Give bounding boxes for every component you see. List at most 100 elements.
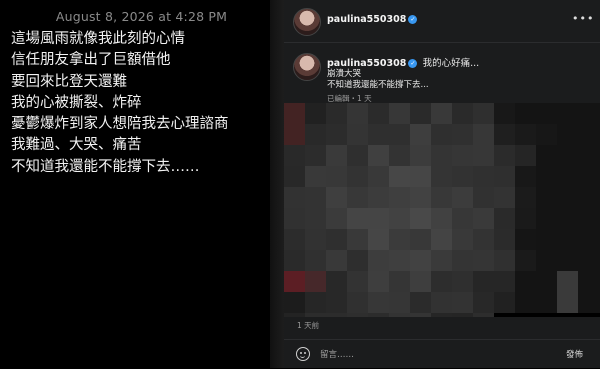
mosaic-tile xyxy=(410,271,431,292)
mosaic-tile xyxy=(284,166,305,187)
mosaic-tile xyxy=(326,124,347,145)
mosaic-tile xyxy=(305,187,326,208)
mosaic-tile xyxy=(431,187,452,208)
mosaic-tile xyxy=(494,292,515,313)
mosaic-tile xyxy=(284,124,305,145)
note-screenshot: August 8, 2026 at 4:28 PM 這場風雨就像我此刻的心情 信… xyxy=(0,0,283,368)
mosaic-tile xyxy=(326,145,347,166)
mosaic-tile xyxy=(389,250,410,271)
note-line: 我的心被撕裂、炸碎 xyxy=(11,94,142,111)
caption-line: 不知道我還能不能撐下去... xyxy=(327,80,429,90)
mosaic-tile xyxy=(305,250,326,271)
mosaic-tile xyxy=(431,229,452,250)
mosaic-tile xyxy=(284,250,305,271)
mosaic-tile xyxy=(368,229,389,250)
mosaic-tile xyxy=(494,103,515,124)
mosaic-tile xyxy=(578,292,599,313)
mosaic-tile xyxy=(368,250,389,271)
mosaic-tile xyxy=(389,124,410,145)
mosaic-tile xyxy=(347,208,368,229)
mosaic-tile xyxy=(389,292,410,313)
mosaic-tile xyxy=(368,166,389,187)
mosaic-tile xyxy=(536,271,557,292)
mosaic-tile xyxy=(557,250,578,271)
mosaic-tile xyxy=(452,145,473,166)
mosaic-tile xyxy=(410,145,431,166)
mosaic-tile xyxy=(536,313,557,317)
time-ago: 1 天前 xyxy=(297,321,320,330)
mosaic-tile xyxy=(578,187,599,208)
mosaic-tile xyxy=(557,103,578,124)
mosaic-tile xyxy=(515,250,536,271)
mosaic-tile xyxy=(536,124,557,145)
mosaic-tile xyxy=(494,166,515,187)
mosaic-tile xyxy=(494,250,515,271)
mosaic-tile xyxy=(410,292,431,313)
more-horizontal-icon[interactable]: ••• xyxy=(572,12,594,25)
mosaic-tile xyxy=(536,187,557,208)
mosaic-tile xyxy=(557,187,578,208)
header-username[interactable]: paulina550308 ✓ xyxy=(327,14,418,25)
mosaic-tile xyxy=(452,271,473,292)
comment-bar: 發佈 xyxy=(284,339,600,369)
mosaic-tile xyxy=(578,250,599,271)
verified-icon: ✓ xyxy=(408,15,418,24)
mosaic-tile xyxy=(515,208,536,229)
mosaic-tile xyxy=(326,271,347,292)
mosaic-tile xyxy=(578,271,599,292)
smiley-icon[interactable] xyxy=(296,347,310,361)
mosaic-tile xyxy=(347,124,368,145)
mosaic-tile xyxy=(431,124,452,145)
post-comment-button[interactable]: 發佈 xyxy=(566,348,583,360)
divider-strip xyxy=(270,0,284,368)
mosaic-tile xyxy=(536,250,557,271)
avatar[interactable] xyxy=(293,53,321,81)
mosaic-tile xyxy=(326,103,347,124)
mosaic-tile xyxy=(410,187,431,208)
mosaic-tile xyxy=(473,208,494,229)
mosaic-tile xyxy=(452,208,473,229)
mosaic-tile xyxy=(473,271,494,292)
mosaic-tile xyxy=(515,229,536,250)
note-line: 憂鬱爆炸到家人想陪我去心理諮商 xyxy=(11,116,229,133)
avatar[interactable] xyxy=(293,8,321,36)
mosaic-tile xyxy=(410,313,431,317)
mosaic-tile xyxy=(536,103,557,124)
mosaic-tile xyxy=(305,124,326,145)
mosaic-tile xyxy=(410,124,431,145)
mosaic-tile xyxy=(515,145,536,166)
comment-input[interactable] xyxy=(320,346,550,363)
mosaic-tile xyxy=(557,229,578,250)
mosaic-tile xyxy=(473,187,494,208)
mosaic-tile xyxy=(347,103,368,124)
mosaic-tile xyxy=(284,208,305,229)
mosaic-tile xyxy=(368,187,389,208)
mosaic-tile xyxy=(326,208,347,229)
mosaic-tile xyxy=(494,208,515,229)
mosaic-tile xyxy=(494,313,515,317)
mosaic-tile xyxy=(494,187,515,208)
mosaic-tile xyxy=(494,124,515,145)
mosaic-tile xyxy=(431,292,452,313)
post-header: paulina550308 ✓ ••• xyxy=(284,0,600,43)
note-text: 這場風雨就像我此刻的心情 信任朋友拿出了巨額借他 要回來比登天還難 我的心被撕裂… xyxy=(11,29,229,178)
mosaic-tile xyxy=(557,124,578,145)
mosaic-tile xyxy=(305,229,326,250)
mosaic-tile xyxy=(494,229,515,250)
mosaic-tile xyxy=(557,313,578,317)
mosaic-tile xyxy=(578,124,599,145)
mosaic-tile xyxy=(578,103,599,124)
mosaic-tile xyxy=(578,145,599,166)
mosaic-tile xyxy=(389,271,410,292)
mosaic-tile xyxy=(410,229,431,250)
mosaic-tile xyxy=(473,292,494,313)
username-text[interactable]: paulina550308 xyxy=(327,14,406,25)
mosaic-tile xyxy=(536,292,557,313)
mosaic-tile xyxy=(431,250,452,271)
mosaic-tile xyxy=(326,313,347,317)
mosaic-tile xyxy=(515,187,536,208)
mosaic-tile xyxy=(473,313,494,317)
mosaic-tile xyxy=(578,229,599,250)
mosaic-tile xyxy=(578,208,599,229)
mosaic-tile xyxy=(431,145,452,166)
